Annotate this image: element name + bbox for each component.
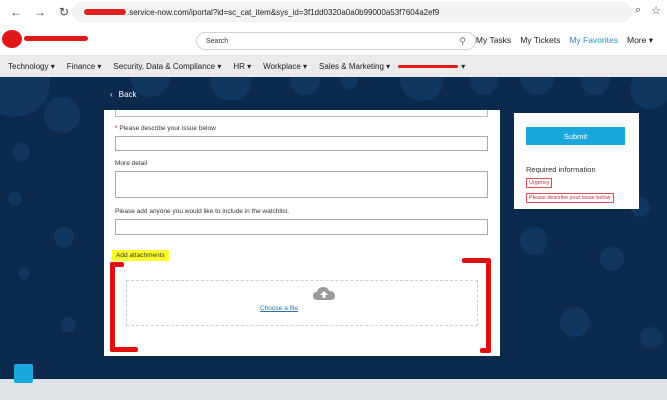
issue-input[interactable] xyxy=(115,136,488,151)
category-menu: Technology ▾ Finance ▾ Security, Data & … xyxy=(0,56,667,77)
back-link[interactable]: ‹ Back xyxy=(110,90,136,99)
detail-textarea[interactable] xyxy=(115,171,488,198)
issue-label: * Please describe your issue below xyxy=(115,125,216,132)
logo-redaction xyxy=(2,30,22,48)
forward-arrow-icon[interactable]: → xyxy=(32,4,48,20)
portal-header: Search ⚲ My Tasks My Tickets My Favorite… xyxy=(0,24,667,56)
request-form: * Please describe your issue below More … xyxy=(104,110,500,356)
choose-file-link[interactable]: Choose a file xyxy=(260,305,298,312)
footer-band xyxy=(0,379,667,400)
submit-panel: Submit Required information Urgency Plea… xyxy=(514,113,639,209)
search-icon[interactable]: ⚲ xyxy=(459,36,466,47)
search-placeholder: Search xyxy=(206,37,229,45)
menu-finance[interactable]: Finance ▾ xyxy=(67,62,102,71)
address-bar[interactable]: .service-now.com/iportal?id=sc_cat_item&… xyxy=(72,2,632,22)
back-label: Back xyxy=(118,90,137,99)
my-tasks-link[interactable]: My Tasks xyxy=(476,35,511,46)
star-icon[interactable]: ☆ xyxy=(651,4,661,17)
cloud-upload-icon xyxy=(313,287,335,300)
my-tickets-link[interactable]: My Tickets xyxy=(520,35,560,46)
required-info-title: Required information xyxy=(526,165,596,174)
reload-icon[interactable]: ↻ xyxy=(56,4,72,20)
required-badge-issue[interactable]: Please describe your issue below xyxy=(526,193,614,203)
menu-sales-marketing[interactable]: Sales & Marketing ▾ xyxy=(319,62,390,71)
my-favorites-link[interactable]: My Favorites xyxy=(569,35,618,46)
detail-label: More detail xyxy=(115,160,148,167)
menu-hr[interactable]: HR ▾ xyxy=(233,62,251,71)
browser-toolbar: ← → ↻ .service-now.com/iportal?id=sc_cat… xyxy=(0,0,667,24)
search-input[interactable]: Search ⚲ xyxy=(196,32,476,50)
more-menu[interactable]: More ▾ xyxy=(627,35,653,46)
menu-technology[interactable]: Technology ▾ xyxy=(8,62,55,71)
logo-text-redaction xyxy=(24,36,88,41)
watchlist-input[interactable] xyxy=(115,219,488,235)
chat-widget-button[interactable] xyxy=(14,364,33,383)
attachment-dropzone[interactable]: Choose a file xyxy=(126,280,478,326)
chevron-left-icon: ‹ xyxy=(110,90,113,99)
submit-button[interactable]: Submit xyxy=(526,127,625,145)
chevron-down-icon[interactable]: ▾ xyxy=(461,62,465,71)
menu-redaction xyxy=(398,65,459,68)
menu-workplace[interactable]: Workplace ▾ xyxy=(263,62,307,71)
url-text: .service-now.com/iportal?id=sc_cat_item&… xyxy=(127,7,440,17)
watchlist-label: Please add anyone you would like to incl… xyxy=(115,208,290,215)
menu-security[interactable]: Security, Data & Compliance ▾ xyxy=(113,62,221,71)
zoom-icon[interactable]: ⌕ xyxy=(635,4,641,17)
add-attachments-label: Add attachments xyxy=(112,250,169,261)
previous-field[interactable] xyxy=(115,110,488,117)
url-redaction xyxy=(84,9,126,15)
back-arrow-icon[interactable]: ← xyxy=(8,4,24,20)
required-badge-urgency[interactable]: Urgency xyxy=(526,178,553,188)
